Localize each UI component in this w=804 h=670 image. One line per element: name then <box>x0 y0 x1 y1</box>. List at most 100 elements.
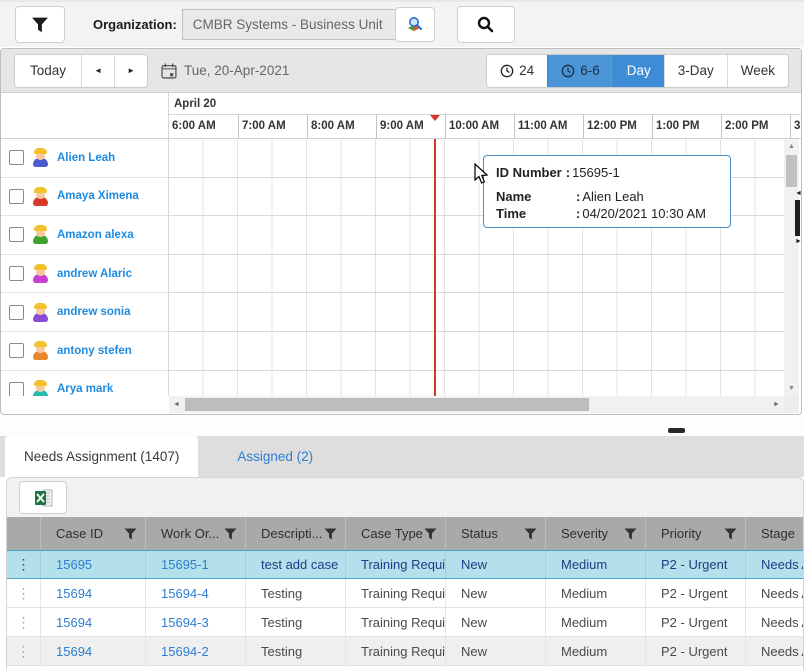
grid-header-severity[interactable]: Severity <box>546 517 646 550</box>
resource-checkbox[interactable] <box>9 266 24 282</box>
collapse-left-icon[interactable]: ◄ <box>795 190 802 198</box>
resource-name[interactable]: Amaya Ximena <box>57 190 139 202</box>
grid-header-work-order[interactable]: Work Or... <box>146 517 246 550</box>
description-cell: test add case <box>246 551 346 578</box>
tooltip-name-label: Name <box>496 189 532 204</box>
search-button[interactable] <box>456 6 515 43</box>
time-slot: 7:00 AM <box>238 115 307 138</box>
horizontal-scrollbar-thumb[interactable] <box>185 398 589 411</box>
next-day-button[interactable]: ► <box>114 54 147 87</box>
resource-name[interactable]: andrew sonia <box>57 306 131 318</box>
filter-funnel-icon[interactable] <box>224 528 237 540</box>
status-cell: New <box>446 608 546 636</box>
prev-day-button[interactable]: ◄ <box>81 54 114 87</box>
resource-name[interactable]: andrew Alaric <box>57 268 132 280</box>
filter-button[interactable] <box>15 6 65 43</box>
grid-header-case-type[interactable]: Case Type <box>346 517 446 550</box>
scroll-left-icon[interactable]: ◄ <box>169 401 184 408</box>
resource-checkbox[interactable] <box>9 150 24 166</box>
view-day-label: Day <box>626 63 651 78</box>
tab-needs-assignment[interactable]: Needs Assignment (1407) <box>5 436 199 477</box>
grid-row[interactable]: ⋮ 15694 15694-3 Testing Training Requi..… <box>7 608 803 637</box>
view-day-button[interactable]: Day <box>612 54 664 87</box>
side-splitter[interactable]: ◄ ► <box>795 190 804 246</box>
row-drag-handle-icon[interactable]: ⋮ <box>7 551 41 578</box>
range-24-button[interactable]: 24 <box>487 55 547 87</box>
vertical-scrollbar-thumb[interactable] <box>786 155 797 187</box>
view-week-button[interactable]: Week <box>726 54 788 87</box>
filter-funnel-icon[interactable] <box>624 528 637 540</box>
resource-name[interactable]: Arya mark <box>57 383 113 395</box>
resource-checkbox[interactable] <box>9 304 24 320</box>
current-date[interactable]: Tue, 20-Apr-2021 <box>161 63 289 79</box>
description-cell: Testing <box>246 637 346 665</box>
scroll-down-icon[interactable]: ▼ <box>784 381 799 396</box>
resource-row: Alien Leah <box>1 139 168 178</box>
filter-funnel-icon[interactable] <box>124 528 137 540</box>
cases-panel: Case ID Work Or... Descripti... Case Typ… <box>6 477 804 670</box>
case-type-cell: Training Requi... <box>346 551 446 578</box>
description-cell: Testing <box>246 608 346 636</box>
work-order-link[interactable]: 15695-1 <box>161 557 209 572</box>
horizontal-scrollbar[interactable]: ◄ ► <box>169 396 784 413</box>
grid-row-selected[interactable]: ⋮ 15695 15695-1 test add case Training R… <box>7 550 803 579</box>
stage-cell: Needs Ass <box>761 557 803 572</box>
range-6-6-button[interactable]: 6-6 <box>547 54 613 87</box>
grid-header-description[interactable]: Descripti... <box>246 517 346 550</box>
row-drag-handle-icon[interactable]: ⋮ <box>7 608 41 636</box>
resource-checkbox[interactable] <box>9 343 24 359</box>
collapse-right-icon[interactable]: ► <box>795 238 802 246</box>
case-id-link[interactable]: 15694 <box>56 586 92 601</box>
grid-header-priority[interactable]: Priority <box>646 517 746 550</box>
resource-name[interactable]: Amazon alexa <box>57 229 134 241</box>
grid-header-stage[interactable]: Stage <box>746 517 803 550</box>
scroll-right-icon[interactable]: ► <box>769 401 784 408</box>
case-id-link[interactable]: 15695 <box>56 557 92 572</box>
export-excel-button[interactable] <box>19 481 67 514</box>
organization-input[interactable]: CMBR Systems - Business Unit <box>181 9 395 40</box>
resource-name[interactable]: Alien Leah <box>57 152 115 164</box>
severity-cell: Medium <box>546 551 646 578</box>
time-slot: 3: <box>790 115 801 138</box>
scroll-up-icon[interactable]: ▲ <box>784 139 799 154</box>
scheduler-panel: Today ◄ ► Tue, 20-Apr-2021 24 6-6 Day 3-… <box>0 48 802 415</box>
status-cell: New <box>446 637 546 665</box>
time-slot: 6:00 AM <box>172 120 216 132</box>
case-id-link[interactable]: 15694 <box>56 644 92 659</box>
tab-assigned[interactable]: Assigned (2) <box>218 436 332 477</box>
grid-header-case-id[interactable]: Case ID <box>41 517 146 550</box>
grid-header-handle <box>7 517 41 550</box>
resource-checkbox[interactable] <box>9 381 24 396</box>
vertical-scrollbar[interactable]: ▲ ▼ <box>784 139 799 396</box>
view-3day-label: 3-Day <box>677 63 714 78</box>
filter-funnel-icon[interactable] <box>324 528 337 540</box>
view-week-label: Week <box>740 63 775 78</box>
severity-cell: Medium <box>546 608 646 636</box>
range-24-label: 24 <box>519 63 535 78</box>
row-drag-handle-icon[interactable]: ⋮ <box>7 579 41 607</box>
work-order-link[interactable]: 15694-2 <box>161 644 209 659</box>
grid-header-status[interactable]: Status <box>446 517 546 550</box>
scheduler-corner <box>1 93 169 139</box>
filter-funnel-icon[interactable] <box>724 528 737 540</box>
grid-row[interactable]: ⋮ 15694 15694-4 Testing Training Requi..… <box>7 579 803 608</box>
row-drag-handle-icon[interactable]: ⋮ <box>7 637 41 665</box>
grid-row[interactable]: ⋮ 15694 15694-2 Testing Training Requi..… <box>7 637 803 666</box>
view-switch-group: 24 6-6 Day 3-Day Week <box>486 53 789 88</box>
panel-gap <box>0 416 804 436</box>
splitter-grip[interactable] <box>795 200 800 236</box>
resource-name[interactable]: antony stefen <box>57 345 132 357</box>
view-3day-button[interactable]: 3-Day <box>663 54 727 87</box>
work-order-link[interactable]: 15694-4 <box>161 586 209 601</box>
today-button[interactable]: Today <box>15 55 81 87</box>
filter-funnel-icon[interactable] <box>524 528 537 540</box>
resource-checkbox[interactable] <box>9 227 24 243</box>
grid-header: Case ID Work Or... Descripti... Case Typ… <box>7 517 803 550</box>
organization-label: Organization: <box>93 17 177 32</box>
filter-funnel-icon[interactable] <box>424 528 437 540</box>
resource-checkbox[interactable] <box>9 188 24 204</box>
work-order-link[interactable]: 15694-3 <box>161 615 209 630</box>
case-id-link[interactable]: 15694 <box>56 615 92 630</box>
advanced-search-button[interactable] <box>394 7 435 42</box>
horizontal-splitter-grip[interactable] <box>668 428 685 433</box>
